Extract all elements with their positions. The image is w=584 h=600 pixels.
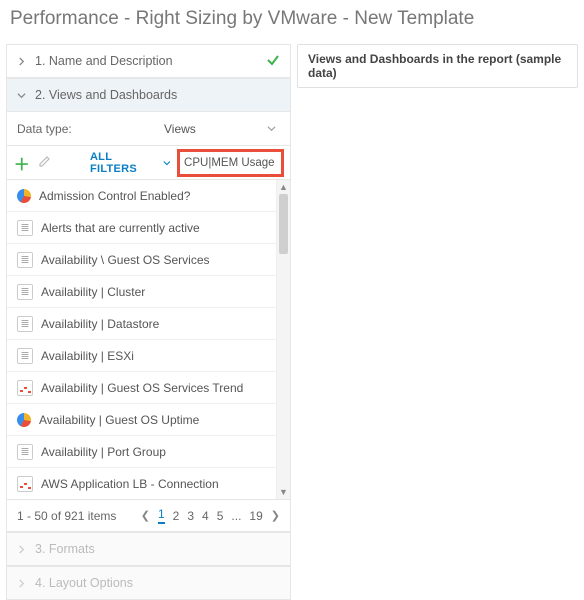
scroll-down-icon[interactable]: ▼ [277,485,290,499]
list-item[interactable]: Availability | Datastore [7,308,276,340]
trend-chart-icon [17,476,33,492]
list-item-label: Availability | Datastore [41,317,159,331]
search-box-highlight [177,149,284,177]
list-item-label: Availability | Cluster [41,285,145,299]
list-item[interactable]: Availability | Guest OS Uptime [7,404,276,436]
data-type-row: Data type: Views [6,112,291,146]
pagination-status: 1 - 50 of 921 items [17,509,116,523]
chevron-right-icon [17,545,27,554]
list-item-label: AWS Application LB - Connection [41,477,219,491]
document-icon [17,348,33,364]
step-4-layout-options[interactable]: 4. Layout Options [6,566,291,600]
wizard-left-panel: 1. Name and Description 2. Views and Das… [6,44,291,600]
document-icon [17,316,33,332]
list-item-label: Availability \ Guest OS Services [41,253,210,267]
pie-chart-icon [17,413,31,427]
chevron-down-icon [17,91,27,100]
document-icon [17,252,33,268]
list-item[interactable]: AWS Application LB - Connection [7,468,276,499]
document-icon [17,284,33,300]
chevron-right-icon [17,579,27,588]
edit-icon[interactable] [36,154,53,171]
right-panel-header: Views and Dashboards in the report (samp… [298,45,577,87]
list-item[interactable]: Availability | Cluster [7,276,276,308]
all-filters-button[interactable]: ALL FILTERS [90,151,171,175]
all-filters-label: ALL FILTERS [90,151,160,175]
scroll-up-icon[interactable]: ▲ [277,180,290,194]
page-number[interactable]: 19 [249,509,262,523]
document-icon [17,220,33,236]
list-item-label: Availability | Port Group [41,445,166,459]
document-icon [17,444,33,460]
filter-toolbar: ＋ ALL FILTERS [6,146,291,180]
page-number[interactable]: 1 [158,507,165,524]
page-prev-button[interactable]: ❮ [141,509,150,522]
step-1-name-description[interactable]: 1. Name and Description [6,44,291,78]
data-type-label: Data type: [17,122,160,136]
list-item[interactable]: Availability \ Guest OS Services [7,244,276,276]
data-type-select[interactable]: Views [160,122,280,136]
page-ellipsis: ... [231,509,241,523]
list-item-label: Availability | Guest OS Services Trend [41,381,243,395]
pagination-nav: ❮ 12345... 19 ❯ [141,507,280,524]
chevron-down-icon [267,122,276,136]
step-4-label: 4. Layout Options [35,576,280,590]
check-icon [266,53,280,70]
list-item-label: Availability | Guest OS Uptime [39,413,199,427]
page-number[interactable]: 5 [217,509,224,523]
page-number[interactable]: 4 [202,509,209,523]
chevron-down-icon [163,159,171,167]
list-item[interactable]: Alerts that are currently active [7,212,276,244]
page-number[interactable]: 3 [187,509,194,523]
pie-chart-icon [17,189,31,203]
search-input[interactable] [180,152,281,174]
trend-chart-icon [17,380,33,396]
pagination-row: 1 - 50 of 921 items ❮ 12345... 19 ❯ [6,500,291,532]
page-number[interactable]: 2 [173,509,180,523]
list-item-label: Alerts that are currently active [41,221,200,235]
list-item[interactable]: Availability | Port Group [7,436,276,468]
list-item[interactable]: Availability | ESXi [7,340,276,372]
step-3-formats[interactable]: 3. Formats [6,532,291,566]
right-preview-panel: Views and Dashboards in the report (samp… [297,44,578,88]
page-next-button[interactable]: ❯ [271,509,280,522]
step-2-label: 2. Views and Dashboards [35,88,280,102]
list-item-label: Availability | ESXi [41,349,134,363]
scroll-thumb[interactable] [279,194,288,254]
data-type-value: Views [164,122,196,136]
step-3-label: 3. Formats [35,542,280,556]
list-item[interactable]: Availability | Guest OS Services Trend [7,372,276,404]
chevron-right-icon [17,57,27,66]
step-2-views-dashboards[interactable]: 2. Views and Dashboards [6,78,291,112]
page-title: Performance - Right Sizing by VMware - N… [0,0,584,44]
step-1-label: 1. Name and Description [35,54,266,68]
views-list-container: Admission Control Enabled? Alerts that ar… [6,180,291,500]
add-icon[interactable]: ＋ [13,151,30,175]
list-item-label: Admission Control Enabled? [39,189,190,203]
list-item[interactable]: Admission Control Enabled? [7,180,276,212]
views-list: Admission Control Enabled? Alerts that ar… [7,180,276,499]
scrollbar[interactable]: ▲ ▼ [276,180,290,499]
